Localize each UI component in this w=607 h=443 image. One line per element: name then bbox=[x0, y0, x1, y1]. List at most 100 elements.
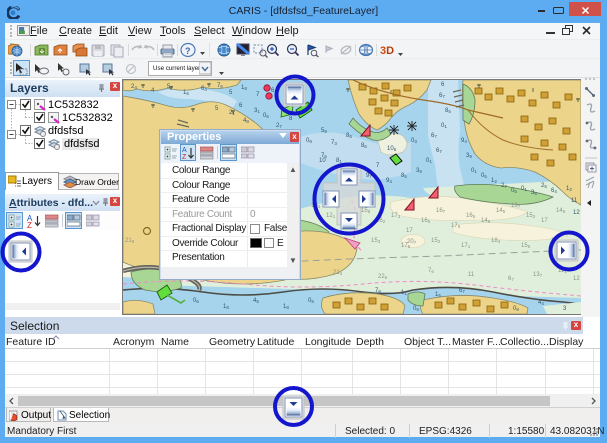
svg-text:137: 137 bbox=[511, 203, 521, 209]
svg-text:85: 85 bbox=[401, 173, 407, 179]
svg-text:12: 12 bbox=[573, 276, 580, 282]
svg-text:11: 11 bbox=[468, 272, 475, 278]
svg-text:Z: Z bbox=[182, 154, 187, 160]
svg-text:57: 57 bbox=[167, 84, 173, 90]
svg-text:67: 67 bbox=[459, 288, 465, 294]
svg-text:67: 67 bbox=[431, 133, 437, 139]
svg-text:39: 39 bbox=[416, 168, 422, 174]
svg-text:06: 06 bbox=[263, 113, 269, 119]
svg-text:12: 12 bbox=[491, 178, 497, 184]
svg-text:153: 153 bbox=[371, 238, 381, 244]
svg-text:155: 155 bbox=[521, 243, 531, 249]
svg-text:17: 17 bbox=[406, 228, 413, 234]
svg-text:09: 09 bbox=[413, 306, 419, 312]
svg-text:08: 08 bbox=[513, 306, 519, 312]
svg-text:dfdsfsd: dfdsfsd bbox=[64, 138, 99, 150]
svg-text:01: 01 bbox=[426, 158, 432, 164]
svg-text:104: 104 bbox=[311, 203, 321, 209]
svg-text:3: 3 bbox=[563, 306, 567, 312]
svg-text:06: 06 bbox=[193, 298, 199, 304]
svg-text:12: 12 bbox=[573, 210, 580, 216]
svg-text:162: 162 bbox=[376, 218, 386, 224]
svg-text:97: 97 bbox=[366, 173, 372, 179]
svg-text:3D: 3D bbox=[380, 45, 394, 57]
svg-text:76: 76 bbox=[428, 268, 434, 274]
svg-text:73: 73 bbox=[331, 140, 337, 146]
svg-text:165: 165 bbox=[466, 213, 476, 219]
svg-text:11: 11 bbox=[571, 198, 578, 204]
svg-text:15: 15 bbox=[435, 292, 441, 298]
svg-text:17: 17 bbox=[541, 218, 548, 224]
svg-text:?: ? bbox=[185, 46, 191, 56]
svg-text:121: 121 bbox=[326, 213, 336, 219]
svg-text:88: 88 bbox=[346, 133, 352, 139]
svg-text:152: 152 bbox=[526, 213, 536, 219]
svg-text:7: 7 bbox=[376, 163, 380, 169]
svg-text:6: 6 bbox=[239, 103, 243, 109]
svg-text:31: 31 bbox=[254, 108, 260, 114]
svg-text:6: 6 bbox=[271, 88, 275, 94]
svg-text:78: 78 bbox=[375, 288, 381, 294]
svg-text:1C532832: 1C532832 bbox=[62, 112, 113, 124]
svg-text:58: 58 bbox=[321, 128, 327, 134]
svg-text:81: 81 bbox=[336, 158, 342, 164]
svg-text:171: 171 bbox=[461, 243, 471, 249]
svg-text:158: 158 bbox=[361, 208, 371, 214]
svg-text:67: 67 bbox=[439, 93, 445, 99]
svg-text:173: 173 bbox=[391, 213, 401, 219]
svg-text:67: 67 bbox=[436, 148, 442, 154]
svg-text:1C532832: 1C532832 bbox=[48, 99, 99, 111]
svg-text:4: 4 bbox=[151, 88, 155, 94]
svg-text:A: A bbox=[182, 147, 187, 154]
svg-text:03: 03 bbox=[411, 138, 417, 144]
svg-text:207: 207 bbox=[407, 239, 417, 245]
svg-text:05: 05 bbox=[308, 298, 314, 304]
svg-text:Z: Z bbox=[27, 221, 32, 228]
svg-text:175: 175 bbox=[451, 223, 461, 229]
svg-text:76: 76 bbox=[217, 83, 223, 89]
svg-text:18: 18 bbox=[223, 304, 229, 310]
svg-text:6: 6 bbox=[441, 82, 445, 88]
svg-text:106: 106 bbox=[387, 146, 397, 152]
svg-text:8: 8 bbox=[289, 116, 293, 122]
svg-text:35: 35 bbox=[531, 190, 537, 196]
svg-text:164: 164 bbox=[341, 223, 351, 229]
svg-text:111: 111 bbox=[558, 268, 567, 274]
svg-text:85: 85 bbox=[351, 168, 357, 174]
svg-text:06: 06 bbox=[511, 188, 517, 194]
svg-text:25: 25 bbox=[541, 183, 547, 189]
svg-text:11: 11 bbox=[401, 290, 407, 296]
svg-text:24: 24 bbox=[131, 84, 137, 90]
svg-text:94: 94 bbox=[386, 178, 392, 184]
svg-text:12: 12 bbox=[566, 186, 572, 192]
svg-text:7: 7 bbox=[256, 92, 260, 98]
svg-text:dfdsfsd: dfdsfsd bbox=[48, 125, 83, 137]
svg-text:01: 01 bbox=[441, 123, 447, 129]
svg-text:167: 167 bbox=[436, 208, 446, 214]
svg-text:05: 05 bbox=[481, 173, 487, 179]
svg-text:64: 64 bbox=[551, 188, 557, 194]
svg-text:44: 44 bbox=[538, 300, 544, 306]
svg-text:86: 86 bbox=[361, 143, 367, 149]
svg-text:218: 218 bbox=[125, 238, 135, 244]
svg-text:48: 48 bbox=[243, 118, 249, 124]
svg-text:146: 146 bbox=[556, 208, 566, 214]
svg-text:184: 184 bbox=[491, 238, 501, 244]
svg-text:09: 09 bbox=[306, 138, 312, 144]
svg-text:45: 45 bbox=[253, 298, 259, 304]
svg-text:18: 18 bbox=[283, 304, 289, 310]
svg-text:16: 16 bbox=[183, 90, 189, 96]
svg-text:01: 01 bbox=[521, 186, 527, 192]
svg-text:10: 10 bbox=[319, 158, 326, 164]
svg-text:149: 149 bbox=[481, 218, 491, 224]
svg-text:5: 5 bbox=[215, 106, 219, 112]
svg-text:94: 94 bbox=[461, 138, 467, 144]
svg-text:01: 01 bbox=[471, 168, 477, 174]
svg-text:18: 18 bbox=[241, 85, 247, 91]
svg-text:145: 145 bbox=[496, 208, 506, 214]
svg-text:225: 225 bbox=[378, 274, 388, 280]
svg-text:165: 165 bbox=[421, 218, 431, 224]
svg-text:182: 182 bbox=[551, 238, 561, 244]
svg-text:5: 5 bbox=[229, 90, 233, 96]
svg-text:27: 27 bbox=[501, 183, 507, 189]
